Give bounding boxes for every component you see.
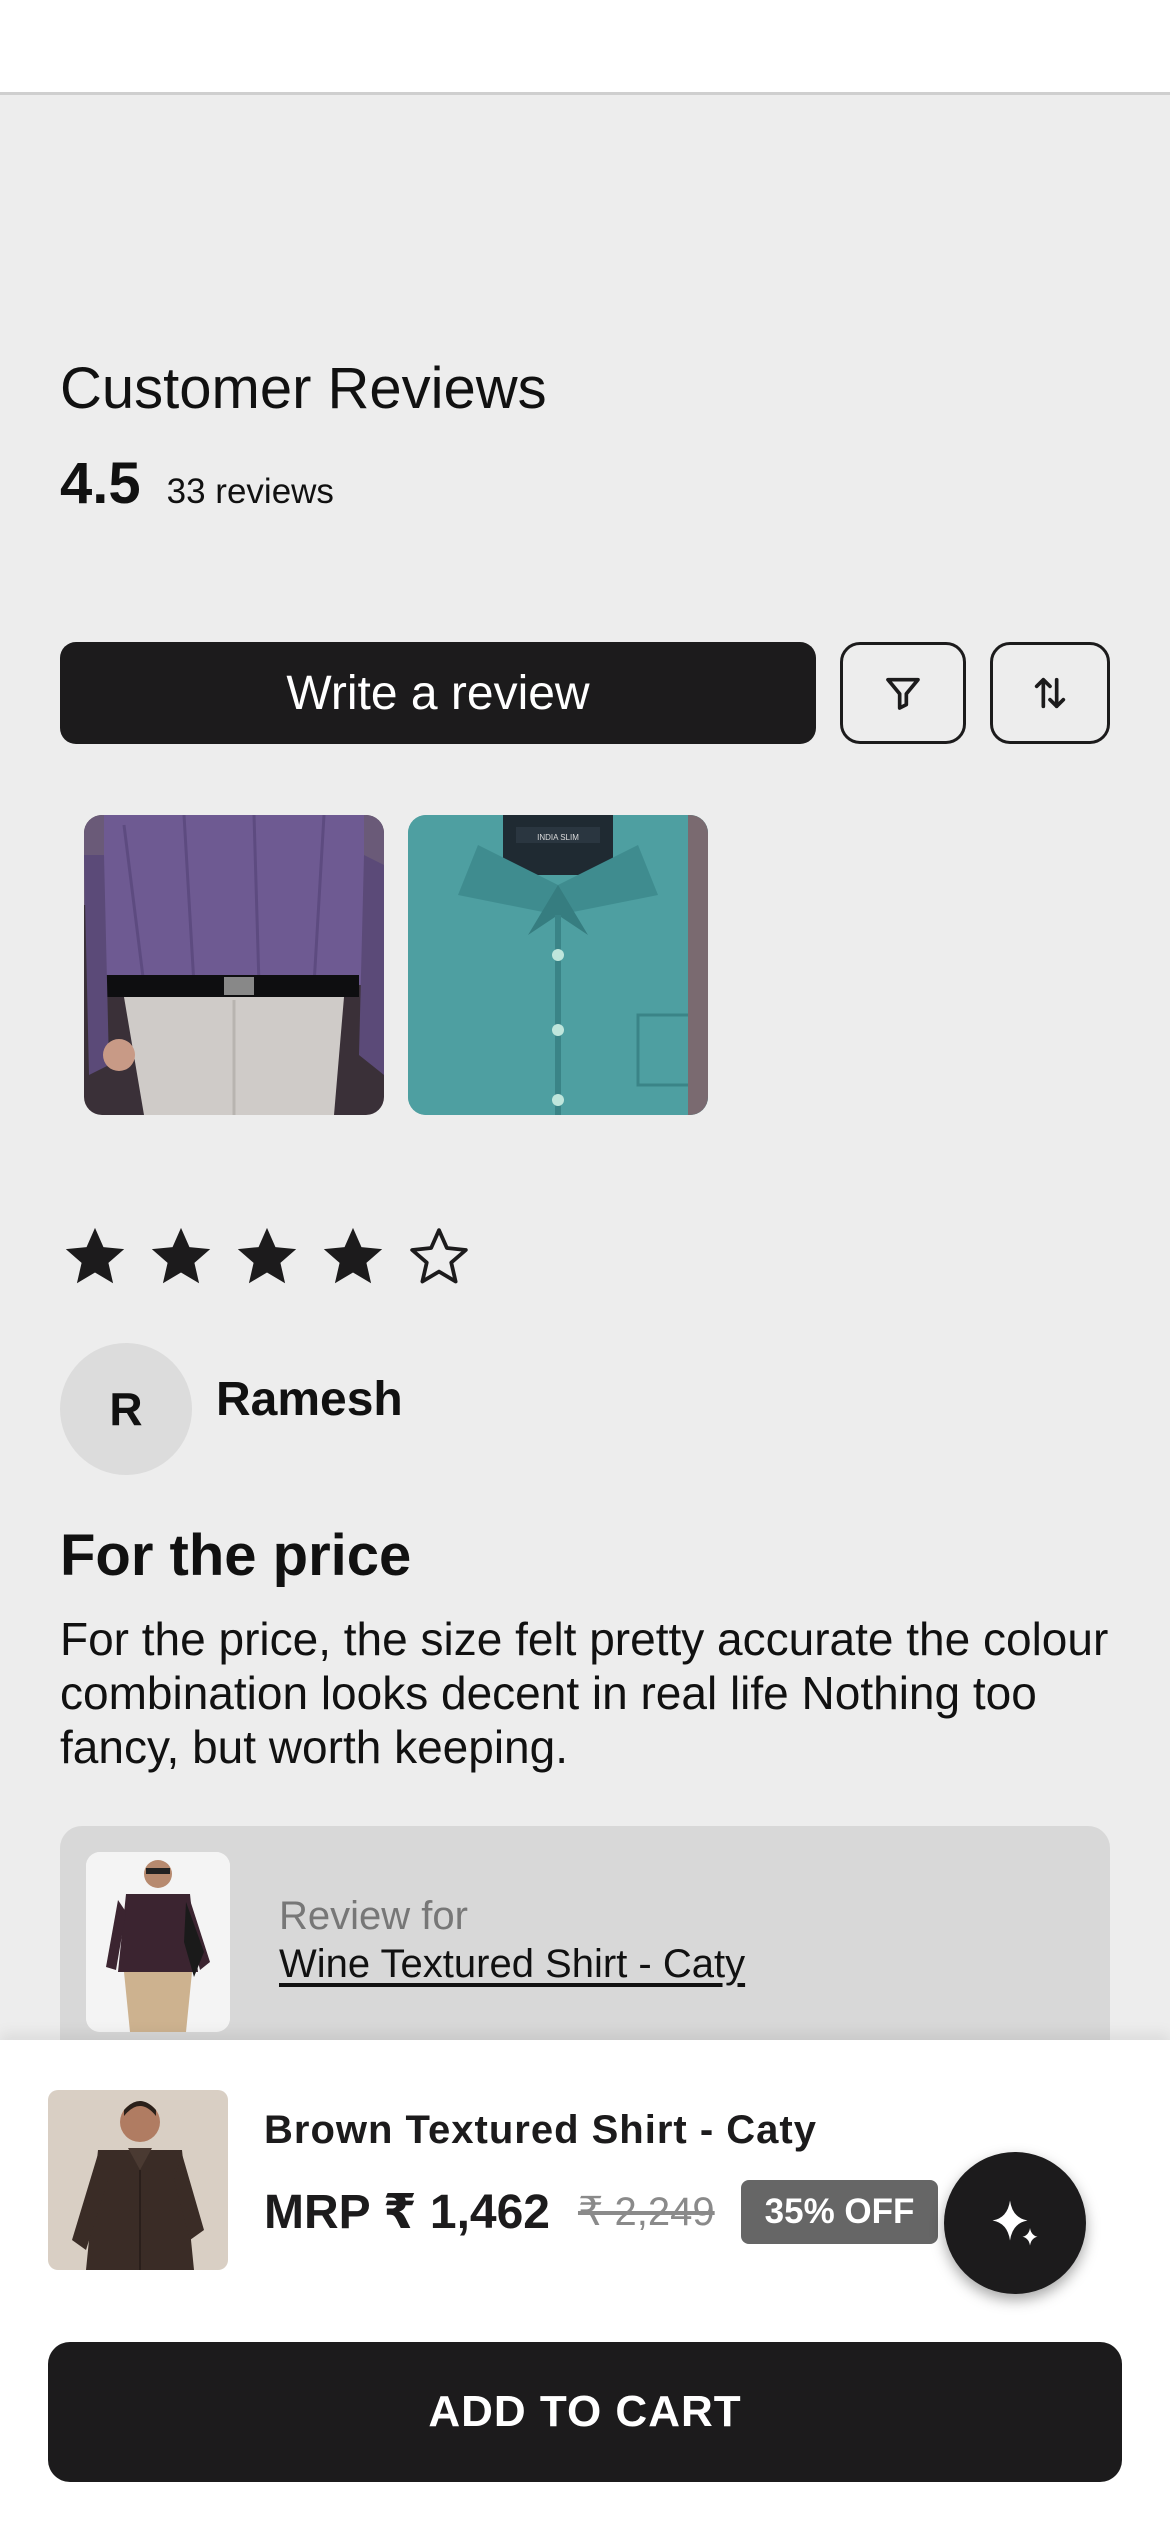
sort-arrows-icon	[1034, 677, 1066, 709]
product-name: Brown Textured Shirt - Caty	[264, 2108, 817, 2152]
reviewed-product-thumbnail	[86, 1852, 230, 2032]
price-row: MRP ₹ 1,462 ₹ 2,249 35% OFF	[264, 2180, 939, 2244]
review-count: 33 reviews	[166, 472, 334, 511]
write-review-button[interactable]: Write a review	[60, 642, 816, 744]
reviewer-avatar: R	[60, 1343, 192, 1475]
review-for-card[interactable]: Review for Wine Textured Shirt - Caty	[60, 1826, 1110, 2056]
original-price: ₹ 2,249	[577, 2190, 715, 2234]
star-outline-icon	[410, 1228, 468, 1284]
star-filled-icon	[237, 1227, 297, 1284]
add-to-cart-button[interactable]: ADD TO CART	[48, 2342, 1122, 2482]
filter-button[interactable]	[840, 642, 966, 744]
sort-button[interactable]	[990, 642, 1110, 744]
average-rating: 4.5	[60, 451, 141, 516]
reviewer-name: Ramesh	[216, 1373, 403, 1426]
sticky-product-bar: Brown Textured Shirt - Caty MRP ₹ 1,462 …	[0, 2040, 1170, 2532]
svg-text:INDIA SLIM: INDIA SLIM	[537, 833, 579, 842]
discount-badge: 35% OFF	[740, 2180, 939, 2244]
reviewed-product-link[interactable]: Wine Textured Shirt - Caty	[279, 1942, 745, 1987]
current-price: MRP ₹ 1,462	[264, 2186, 550, 2239]
review-title: For the price	[60, 1523, 412, 1588]
star-filled-icon	[151, 1227, 211, 1284]
top-header-bar	[0, 0, 1170, 95]
review-photo-teal-shirt[interactable]: INDIA SLIM	[408, 815, 708, 1115]
sparkle-icon	[992, 2200, 1038, 2246]
review-for-label: Review for	[279, 1894, 468, 1938]
reviews-heading: Customer Reviews	[60, 356, 547, 421]
ai-assistant-button[interactable]	[944, 2152, 1086, 2294]
star-filled-icon	[323, 1227, 383, 1284]
rating-summary: 4.5 33 reviews	[60, 450, 334, 517]
review-star-rating	[60, 1222, 474, 1292]
filter-icon	[886, 677, 920, 710]
star-filled-icon	[65, 1227, 125, 1284]
review-photo-purple-shirt[interactable]	[84, 815, 384, 1115]
review-body: For the price, the size felt pretty accu…	[60, 1613, 1109, 1773]
product-thumbnail	[48, 2090, 228, 2270]
